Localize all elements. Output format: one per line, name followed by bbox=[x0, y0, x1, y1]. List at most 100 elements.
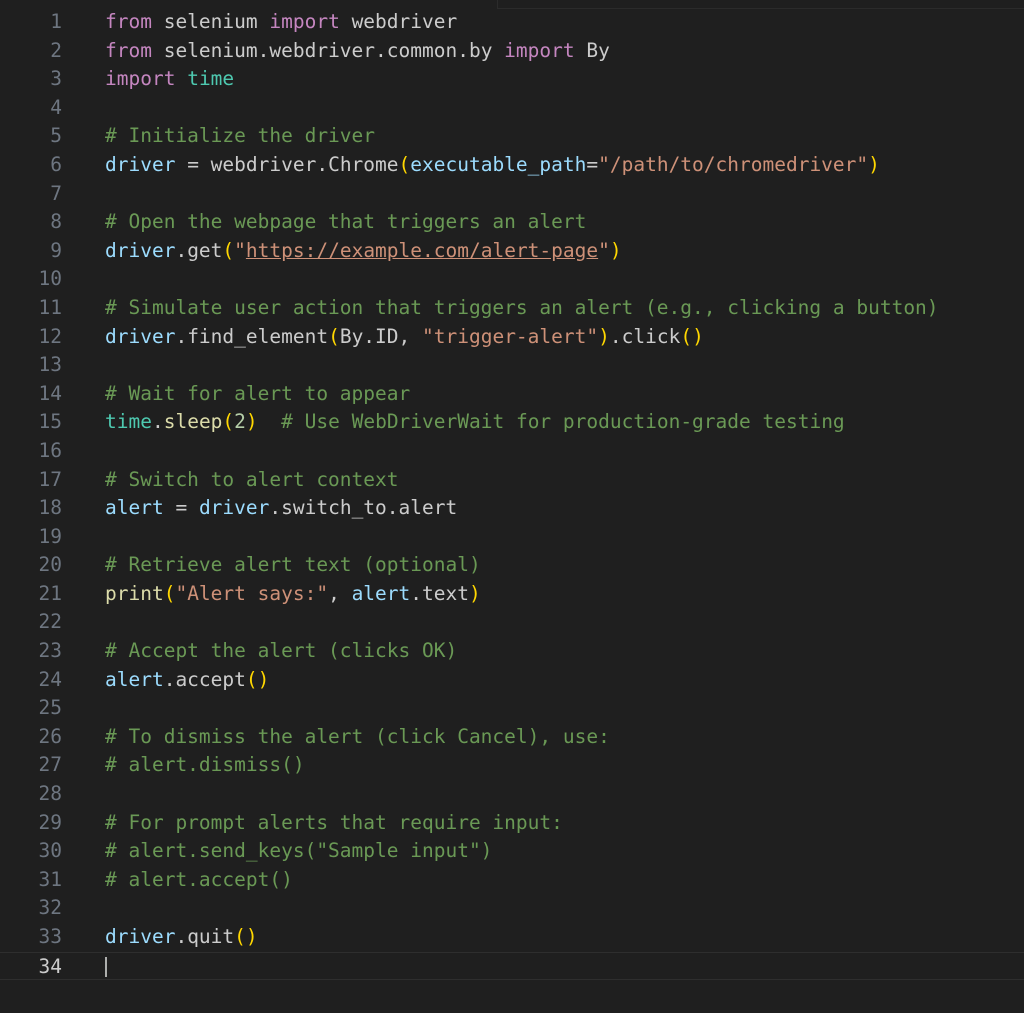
line-number: 26 bbox=[38, 724, 62, 748]
code-line[interactable]: 25 bbox=[0, 694, 1024, 723]
line-code[interactable]: driver.find_element(By.ID, "trigger-aler… bbox=[105, 323, 704, 352]
line-number: 23 bbox=[38, 639, 62, 663]
code-line[interactable]: 7 bbox=[0, 180, 1024, 209]
code-token: ) bbox=[598, 324, 610, 348]
line-code[interactable]: from selenium import webdriver bbox=[105, 8, 457, 37]
code-line[interactable]: 5 # Initialize the driver bbox=[0, 122, 1024, 151]
line-code[interactable]: # Accept the alert (clicks OK) bbox=[105, 637, 457, 666]
line-code[interactable]: # Switch to alert context bbox=[105, 466, 399, 495]
code-line[interactable]: 22 bbox=[0, 608, 1024, 637]
line-code[interactable]: from selenium.webdriver.common.by import… bbox=[105, 37, 610, 66]
code-token: " bbox=[598, 238, 610, 262]
code-line[interactable]: 28 bbox=[0, 780, 1024, 809]
code-token: # alert.dismiss() bbox=[105, 753, 305, 777]
line-code[interactable]: # To dismiss the alert (click Cancel), u… bbox=[105, 723, 610, 752]
line-number: 17 bbox=[38, 467, 62, 491]
line-number: 25 bbox=[38, 696, 62, 720]
code-line[interactable]: 1 from selenium import webdriver bbox=[0, 8, 1024, 37]
code-line[interactable]: 13 bbox=[0, 351, 1024, 380]
line-code[interactable]: # Wait for alert to appear bbox=[105, 380, 410, 409]
line-number: 14 bbox=[38, 381, 62, 405]
code-line[interactable]: 26 # To dismiss the alert (click Cancel),… bbox=[0, 723, 1024, 752]
code-token: driver bbox=[105, 152, 176, 176]
line-code[interactable]: driver = webdriver.Chrome(executable_pat… bbox=[105, 151, 880, 180]
code-token: 2 bbox=[234, 410, 246, 434]
code-line[interactable]: 15 time.sleep(2) # Use WebDriverWait for … bbox=[0, 408, 1024, 437]
line-number: 8 bbox=[50, 210, 62, 234]
code-line[interactable]: 4 bbox=[0, 94, 1024, 123]
code-token: # Switch to alert context bbox=[105, 467, 399, 491]
line-code[interactable]: driver.quit() bbox=[105, 923, 258, 952]
line-number: 30 bbox=[38, 839, 62, 863]
code-editor[interactable]: 1 from selenium import webdriver 2 from sel… bbox=[0, 0, 1024, 1013]
code-line[interactable]: 10 bbox=[0, 265, 1024, 294]
code-token: ( bbox=[222, 410, 235, 434]
code-token: By bbox=[574, 38, 610, 62]
code-token: .accept bbox=[163, 667, 246, 691]
line-code[interactable]: # alert.send_keys("Sample input") bbox=[105, 837, 492, 866]
line-code[interactable]: alert = driver.switch_to.alert bbox=[105, 494, 457, 523]
line-code[interactable]: # Simulate user action that triggers an … bbox=[105, 294, 939, 323]
code-line[interactable]: 2 from selenium.webdriver.common.by impor… bbox=[0, 37, 1024, 66]
code-line[interactable]: 32 bbox=[0, 894, 1024, 923]
code-line[interactable]: 19 bbox=[0, 523, 1024, 552]
line-number: 20 bbox=[38, 553, 62, 577]
code-line[interactable]: 11 # Simulate user action that triggers a… bbox=[0, 294, 1024, 323]
code-token: import bbox=[269, 10, 340, 33]
code-line[interactable]: 34 bbox=[0, 951, 1024, 981]
line-code[interactable]: # alert.accept() bbox=[105, 866, 293, 895]
code-token: .find_element bbox=[175, 324, 329, 348]
line-code[interactable]: time.sleep(2) # Use WebDriverWait for pr… bbox=[105, 408, 845, 437]
code-line[interactable]: 33 driver.quit() bbox=[0, 923, 1024, 952]
code-token: import bbox=[105, 67, 176, 91]
code-line[interactable]: 17 # Switch to alert context bbox=[0, 466, 1024, 495]
code-line[interactable]: 23 # Accept the alert (clicks OK) bbox=[0, 637, 1024, 666]
code-token: () bbox=[234, 925, 258, 948]
line-number: 15 bbox=[38, 410, 62, 434]
code-line[interactable]: 20 # Retrieve alert text (optional) bbox=[0, 551, 1024, 580]
code-token: https://example.com/alert-page bbox=[245, 238, 599, 262]
code-line[interactable]: 8 # Open the webpage that triggers an ale… bbox=[0, 208, 1024, 237]
line-code[interactable]: alert.accept() bbox=[105, 666, 269, 695]
code-token: # Open the webpage that triggers an aler… bbox=[105, 210, 587, 234]
line-code[interactable]: driver.get("https://example.com/alert-pa… bbox=[105, 237, 622, 266]
code-token: ) bbox=[245, 410, 258, 434]
code-token: .click bbox=[609, 324, 681, 348]
code-line[interactable]: 27 # alert.dismiss() bbox=[0, 751, 1024, 780]
code-line[interactable]: 9 driver.get("https://example.com/alert-p… bbox=[0, 237, 1024, 266]
code-token: ) bbox=[609, 238, 622, 262]
code-line[interactable]: 29 # For prompt alerts that require input… bbox=[0, 809, 1024, 838]
code-line[interactable]: 31 # alert.accept() bbox=[0, 866, 1024, 895]
code-lines[interactable]: 1 from selenium import webdriver 2 from sel… bbox=[0, 8, 1024, 981]
code-token: . bbox=[151, 410, 164, 434]
code-line[interactable]: 6 driver = webdriver.Chrome(executable_pa… bbox=[0, 151, 1024, 180]
line-code[interactable]: # For prompt alerts that require input: bbox=[105, 809, 563, 838]
code-line[interactable]: 21 print("Alert says:", alert.text) bbox=[0, 580, 1024, 609]
code-line[interactable]: 24 alert.accept() bbox=[0, 666, 1024, 695]
code-token: "/path/to/chromedriver" bbox=[598, 152, 869, 176]
code-token: executable_path bbox=[410, 152, 587, 176]
code-line[interactable]: 14 # Wait for alert to appear bbox=[0, 380, 1024, 409]
code-line[interactable]: 3 import time bbox=[0, 65, 1024, 94]
code-token: .quit bbox=[175, 925, 235, 948]
line-number: 29 bbox=[38, 810, 62, 834]
line-number: 10 bbox=[38, 267, 62, 291]
code-token: " bbox=[234, 238, 246, 262]
line-number: 3 bbox=[50, 67, 62, 91]
line-code[interactable]: # alert.dismiss() bbox=[105, 751, 305, 780]
line-code[interactable]: import time bbox=[105, 65, 234, 94]
line-code[interactable]: # Open the webpage that triggers an aler… bbox=[105, 208, 586, 237]
code-token: "Alert says:" bbox=[175, 581, 329, 605]
code-token: from bbox=[105, 10, 152, 33]
code-token: alert bbox=[105, 667, 164, 691]
code-line[interactable]: 18 alert = driver.switch_to.alert bbox=[0, 494, 1024, 523]
code-line[interactable]: 12 driver.find_element(By.ID, "trigger-al… bbox=[0, 323, 1024, 352]
line-code[interactable]: print("Alert says:", alert.text) bbox=[105, 580, 481, 609]
line-number: 31 bbox=[38, 867, 62, 891]
code-token: alert bbox=[105, 496, 164, 520]
line-code[interactable]: # Retrieve alert text (optional) bbox=[105, 551, 481, 580]
line-code[interactable]: # Initialize the driver bbox=[105, 122, 375, 151]
line-number: 2 bbox=[50, 38, 62, 62]
code-line[interactable]: 30 # alert.send_keys("Sample input") bbox=[0, 837, 1024, 866]
code-line[interactable]: 16 bbox=[0, 437, 1024, 466]
